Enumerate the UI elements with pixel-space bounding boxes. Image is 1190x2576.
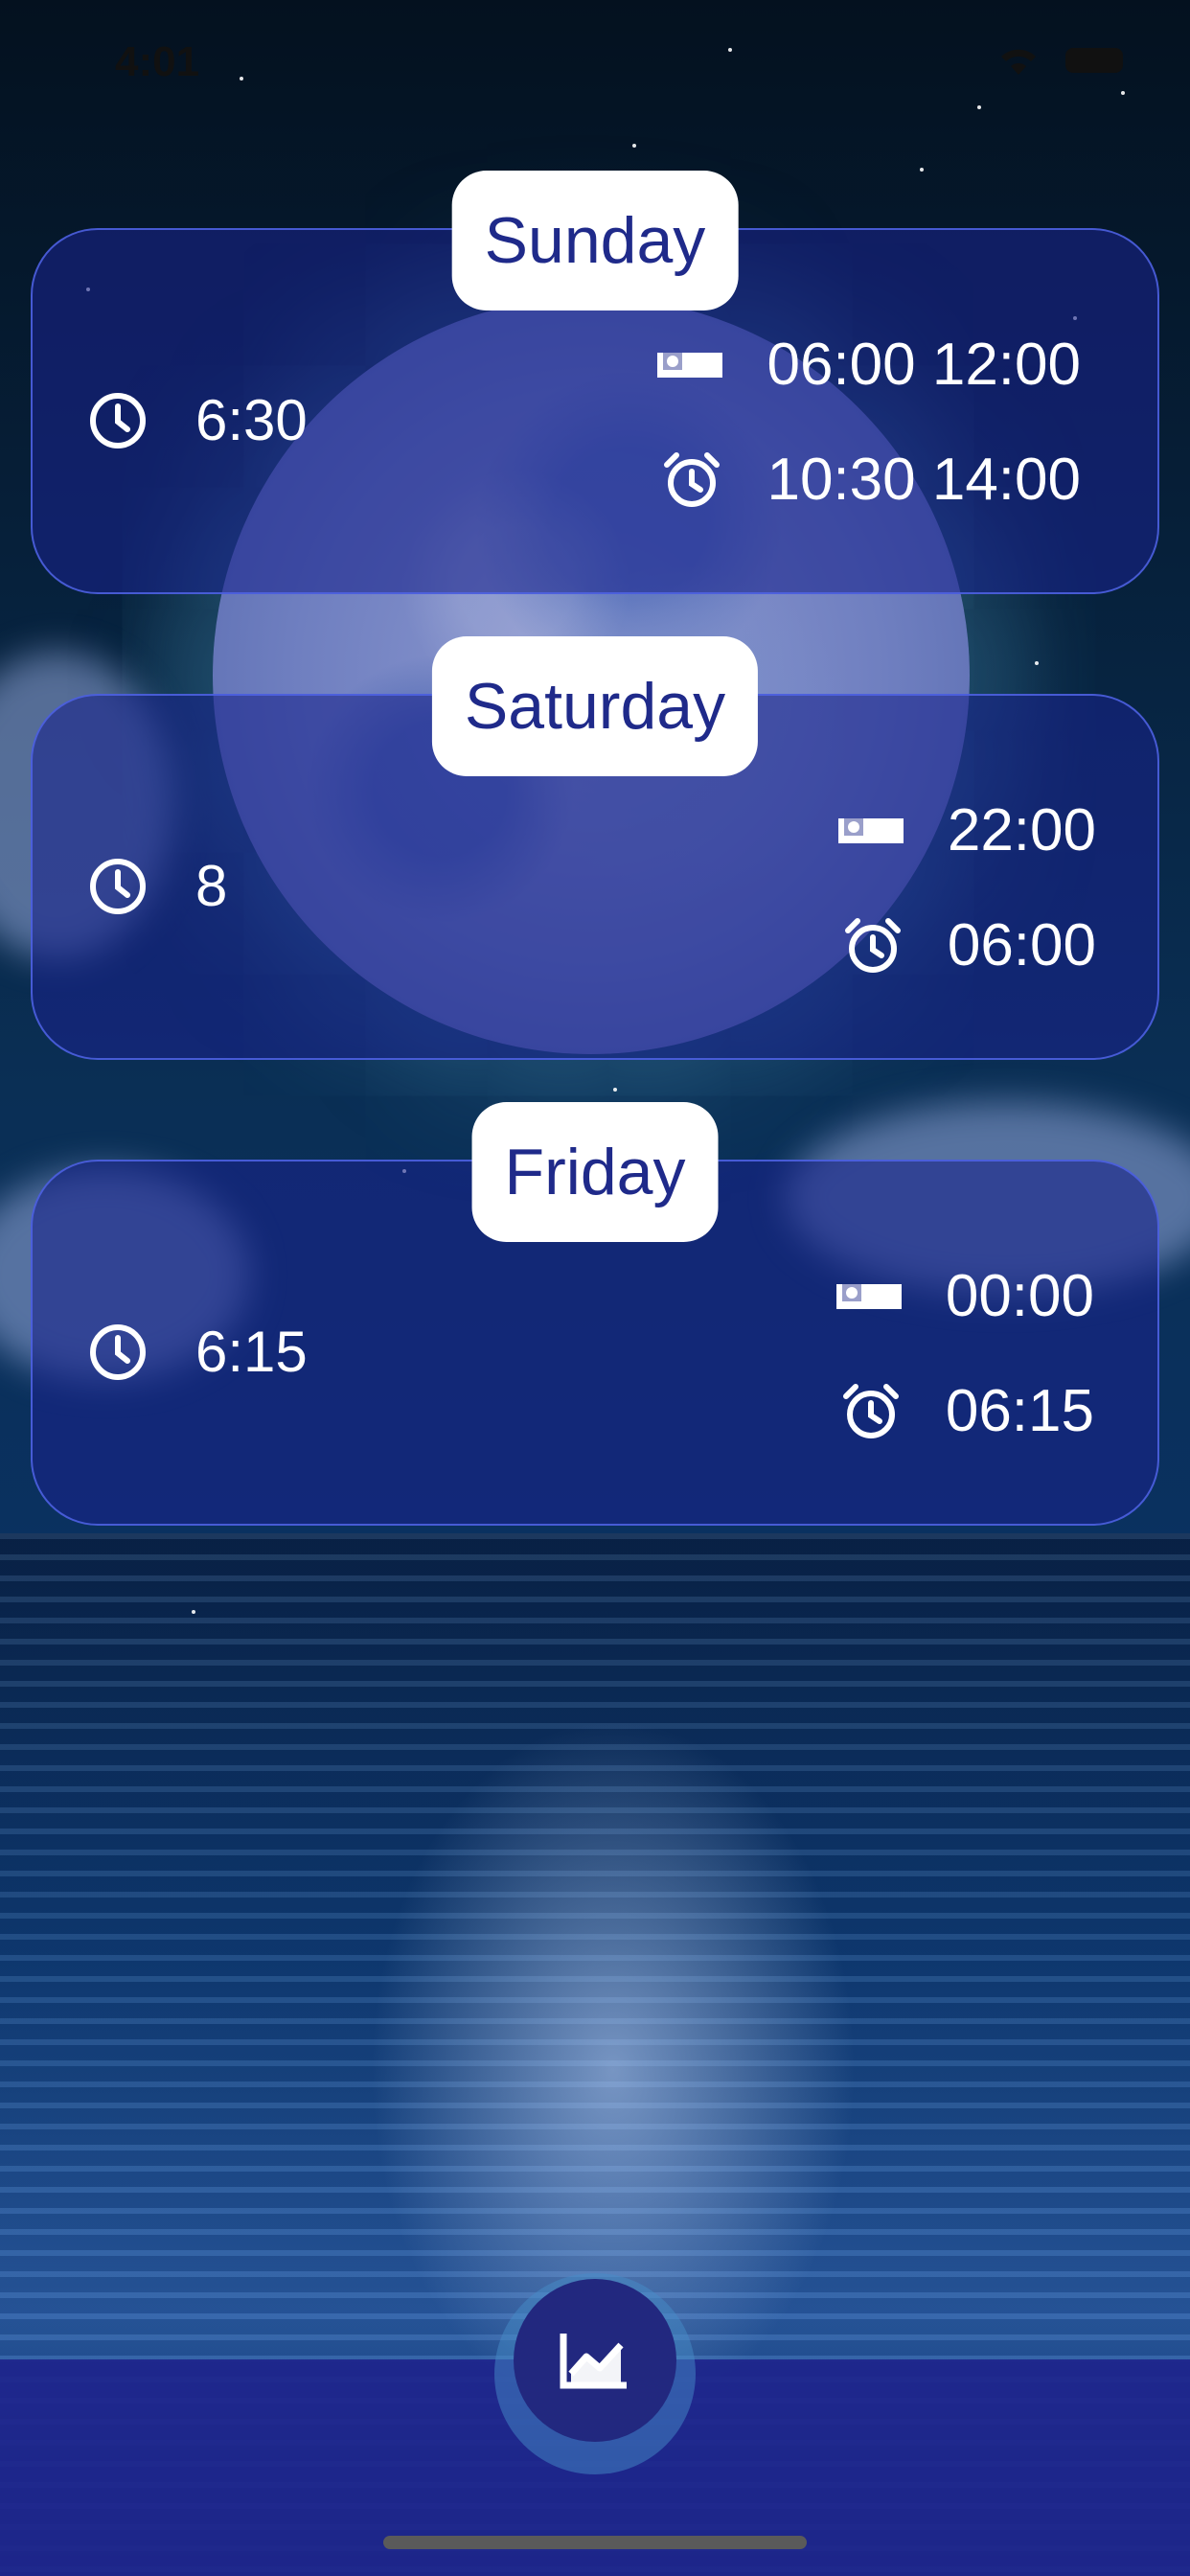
bed-time-row: 00:00 <box>835 1262 1094 1330</box>
duration-value: 8 <box>195 854 228 918</box>
sleep-duration: 8 <box>88 853 227 919</box>
bed-time-row: 06:00 12:00 <box>657 331 1081 399</box>
star <box>920 168 924 172</box>
star <box>613 1088 617 1092</box>
wake-time: 06:15 <box>945 1378 1094 1444</box>
wake-time-row: 10:30 14:00 <box>661 446 1081 514</box>
clock-icon <box>90 1323 146 1380</box>
alarm-clock-icon <box>664 451 721 507</box>
clock-icon <box>90 858 146 914</box>
trending-chart-icon <box>560 2334 627 2389</box>
star <box>192 1610 195 1614</box>
star <box>977 105 981 109</box>
bed-time: 00:00 <box>945 1263 1094 1329</box>
sleep-card-saturday[interactable]: Saturday 8 22:00 06:00 <box>31 636 1159 1060</box>
star <box>632 144 636 148</box>
day-label: Sunday <box>451 171 739 310</box>
home-indicator <box>383 2536 807 2549</box>
sleep-duration: 6:15 <box>88 1319 308 1385</box>
sleep-card-friday[interactable]: Friday 6:15 00:00 06:15 <box>31 1102 1159 1526</box>
sleep-card-sunday[interactable]: Sunday 6:30 06:00 12:00 10:30 14:00 <box>31 171 1159 594</box>
bed-time: 22:00 <box>947 797 1096 863</box>
bed-time-row: 22:00 <box>837 796 1096 864</box>
wake-time: 10:30 14:00 <box>767 447 1081 513</box>
star <box>728 48 732 52</box>
wifi-icon <box>1001 49 1036 75</box>
bed-icon <box>837 817 904 843</box>
star <box>1121 91 1125 95</box>
bed-time: 06:00 12:00 <box>767 332 1081 398</box>
day-label: Saturday <box>431 636 759 776</box>
bed-icon <box>657 352 723 378</box>
alarm-clock-icon <box>842 1383 899 1438</box>
duration-value: 6:15 <box>195 1320 308 1384</box>
duration-value: 6:30 <box>195 388 308 452</box>
statistics-button[interactable] <box>514 2279 676 2442</box>
alarm-clock-icon <box>844 917 901 973</box>
wake-time: 06:00 <box>947 912 1096 978</box>
status-icons <box>996 44 1123 77</box>
sleep-duration: 6:30 <box>88 387 308 453</box>
status-time: 4:01 <box>115 38 200 85</box>
clock-icon <box>90 392 146 448</box>
wake-time-row: 06:15 <box>840 1377 1094 1445</box>
wake-time-row: 06:00 <box>842 911 1096 979</box>
bed-icon <box>835 1283 902 1309</box>
star <box>240 77 243 80</box>
day-label: Friday <box>471 1102 719 1242</box>
battery-icon <box>1065 48 1123 73</box>
star <box>1035 661 1039 665</box>
